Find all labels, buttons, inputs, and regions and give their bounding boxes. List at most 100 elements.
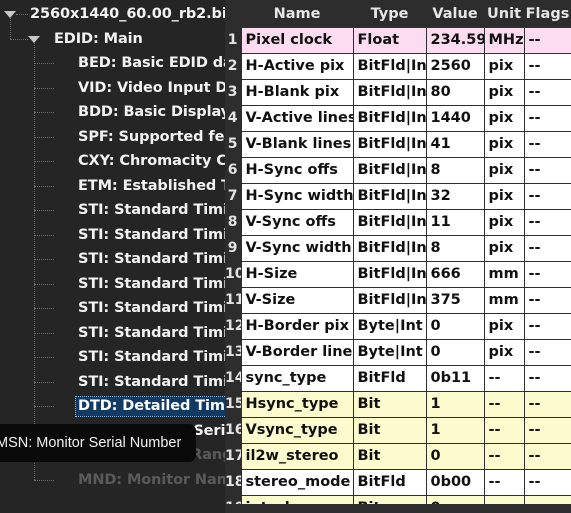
cell-value[interactable]: 11 [425,209,485,236]
cell-type[interactable]: Bit [352,443,427,470]
tree-item-etm[interactable]: ETM: Established Timi [0,174,225,198]
table-row[interactable]: 2H-Active pixBitFld|Int2560pix-- [225,53,571,80]
row-number[interactable]: 4 [225,105,241,132]
cell-flags[interactable]: -- [523,443,571,470]
cell-value[interactable]: 0 [425,339,485,366]
tree-item-spf[interactable]: SPF: Supported feature [0,125,225,149]
cell-type[interactable]: BitFld|Int [352,53,427,80]
column-header-type[interactable]: Type [353,0,426,28]
row-number[interactable]: 10 [225,261,241,288]
cell-type[interactable]: BitFld|Int [352,287,427,314]
cell-unit[interactable]: -- [483,417,525,444]
cell-unit[interactable]: mm [483,261,525,288]
column-header-name[interactable]: Name [241,0,353,28]
row-number[interactable]: 15 [225,391,241,418]
row-number[interactable]: 18 [225,469,241,496]
table-row[interactable]: 17 il2w_stereo Bit 0 -- -- [225,443,571,470]
cell-unit[interactable]: MHz [483,27,525,54]
tree-item-sti[interactable]: STI: Standard Timing I [0,370,225,394]
column-header-value[interactable]: Value [426,0,484,28]
table-row[interactable]: 15 Hsync_type Bit 1 -- -- [225,391,571,418]
cell-type[interactable]: BitFld|Int [352,183,427,210]
table-row[interactable]: 18 stereo_mode BitFld 0b00 -- -- [225,469,571,496]
cell-unit[interactable]: pix [483,53,525,80]
cell-name[interactable]: V-Sync offs [240,209,354,236]
table-row[interactable]: 13 V-Border lines Byte|Int 0 pix -- [225,339,571,366]
cell-flags[interactable]: -- [523,391,571,418]
cell-value[interactable]: 2560 [425,53,485,80]
table-row[interactable]: 4V-Active linesBitFld|Int1440pix-- [225,105,571,132]
row-number[interactable]: 3 [225,79,241,106]
cell-unit[interactable]: pix [483,235,525,262]
cell-name[interactable]: V-Size [240,287,354,314]
cell-unit[interactable]: -- [483,443,525,470]
table-row[interactable]: 11V-SizeBitFld|Int375mm-- [225,287,571,314]
cell-unit[interactable]: pix [483,79,525,106]
expanded-triangle-icon[interactable] [28,35,40,43]
tree-item-sti[interactable]: STI: Standard Timing I [0,272,225,296]
table-row[interactable]: 5V-Blank linesBitFld|Int41pix-- [225,131,571,158]
cell-type[interactable]: BitFld|Int [352,157,427,184]
row-number[interactable]: 17 [225,443,241,470]
cell-type[interactable]: BitFld [352,469,427,496]
cell-type[interactable]: Bit [352,417,427,444]
cell-flags[interactable]: -- [523,339,571,366]
tree-item-bed[interactable]: BED: Basic EDID data [0,51,225,75]
row-number[interactable]: 11 [225,287,241,314]
cell-unit[interactable]: mm [483,287,525,314]
tree-item-sti[interactable]: STI: Standard Timing I [0,198,225,222]
cell-value[interactable]: 234.59 [425,27,485,54]
cell-name[interactable]: V-Blank lines [240,131,354,158]
table-row[interactable]: 9V-Sync widthBitFld|Int8pix-- [225,235,571,262]
table-row[interactable]: 16 Vsync_type Bit 1 -- -- [225,417,571,444]
tree-item-edid[interactable]: EDID: Main [0,27,225,51]
cell-name[interactable]: H-Blank pix [240,79,354,106]
cell-flags[interactable]: -- [523,313,571,340]
edid-structure-tree[interactable]: 2560x1440_60.00_rb2.bin EDID: Main BED: Ba… [0,0,225,513]
cell-name[interactable]: sync_type [240,365,354,392]
cell-value[interactable]: 8 [425,235,485,262]
table-row[interactable]: 10H-SizeBitFld|Int666mm-- [225,261,571,288]
row-number[interactable]: 8 [225,209,241,236]
tree-item-sti[interactable]: STI: Standard Timing I [0,247,225,271]
row-number[interactable]: 14 [225,365,241,392]
cell-flags[interactable]: -- [523,157,571,184]
cell-flags[interactable]: -- [523,261,571,288]
tree-item-sti[interactable]: STI: Standard Timing I [0,345,225,369]
cell-name[interactable]: H-Sync width [240,183,354,210]
column-header-flags[interactable]: Flags [524,0,571,28]
cell-flags[interactable]: -- [523,27,571,54]
cell-value[interactable]: 32 [425,183,485,210]
table-row[interactable]: 3H-Blank pixBitFld|Int80pix-- [225,79,571,106]
cell-type[interactable]: Byte|Int [352,313,427,340]
tree-item-cxy[interactable]: CXY: Chromacity Coor [0,149,225,173]
cell-value[interactable]: 1440 [425,105,485,132]
cell-type[interactable]: BitFld|Int [352,261,427,288]
table-row[interactable]: 6H-Sync offsBitFld|Int8pix-- [225,157,571,184]
cell-name[interactable]: V-Border lines [240,339,354,366]
cell-flags[interactable]: -- [523,209,571,236]
table-row[interactable]: 14 sync_type BitFld 0b11 -- -- [225,365,571,392]
tree-item-2560x1440-60-00-rb2-bin[interactable]: 2560x1440_60.00_rb2.bin [0,2,225,26]
cell-name[interactable]: stereo_mode [240,469,354,496]
cell-unit[interactable]: pix [483,339,525,366]
row-number[interactable]: 5 [225,131,241,158]
cell-name[interactable]: Vsync_type [240,417,354,444]
tree-item-sti[interactable]: STI: Standard Timing I [0,321,225,345]
cell-flags[interactable]: -- [523,105,571,132]
cell-name[interactable]: Hsync_type [240,391,354,418]
cell-value[interactable]: 41 [425,131,485,158]
cell-unit[interactable]: -- [483,365,525,392]
cell-value[interactable]: 8 [425,157,485,184]
cell-value[interactable]: 1 [425,417,485,444]
cell-flags[interactable]: -- [523,53,571,80]
table-row[interactable]: 8V-Sync offsBitFld|Int11pix-- [225,209,571,236]
cell-unit[interactable]: -- [483,391,525,418]
cell-type[interactable]: BitFld|Int [352,209,427,236]
cell-value[interactable]: 0b11 [425,365,485,392]
cell-name[interactable]: H-Active pix [240,53,354,80]
tree-item-dtd[interactable]: DTD: Detailed Timing [0,394,225,418]
tree-item-sti[interactable]: STI: Standard Timing I [0,296,225,320]
cell-value[interactable]: 0 [425,313,485,340]
row-number[interactable]: 9 [225,235,241,262]
